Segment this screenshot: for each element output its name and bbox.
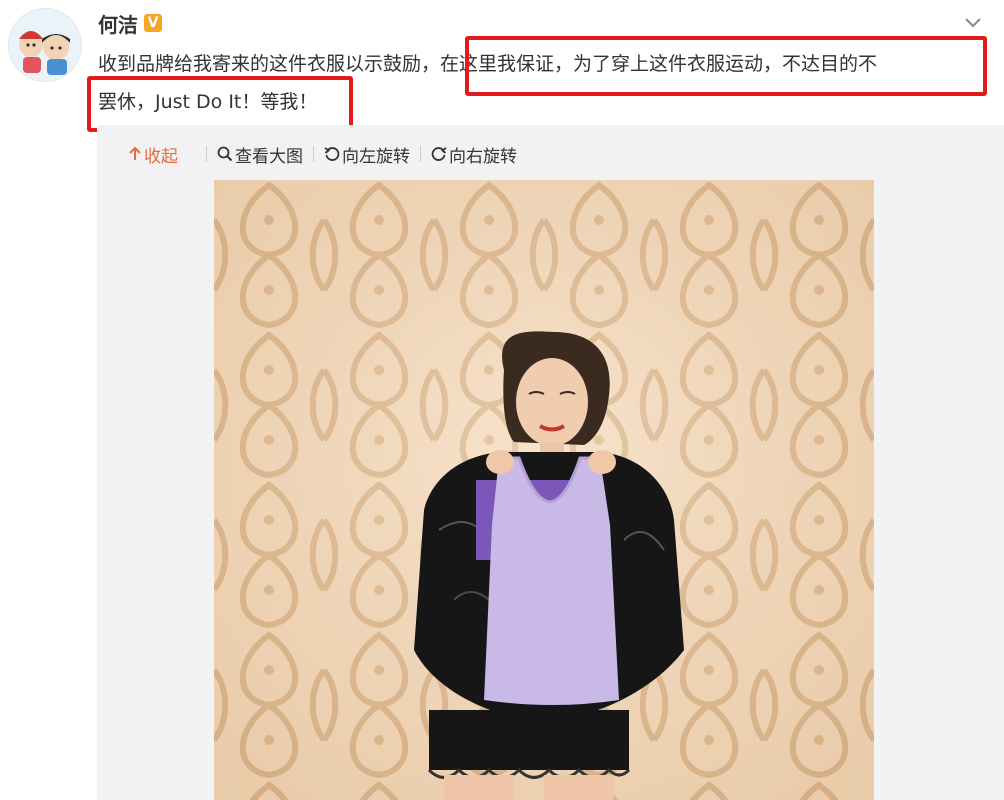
rotate-left-button[interactable]: 向左旋转 [324,142,410,167]
photo-illustration [214,180,874,800]
author-name[interactable]: 何洁 [98,9,138,38]
image-toolbar: 收起 查看大图 向左旋转 向右旋转 [128,139,517,169]
avatar-illustration [9,9,81,81]
arrow-up-icon [129,146,141,160]
post-photo[interactable] [214,180,874,800]
rotate-right-label: 向右旋转 [449,146,517,167]
post-author: 何洁 V [98,9,162,38]
collapse-button[interactable]: 收起 [128,142,178,167]
view-large-button[interactable]: 查看大图 [217,142,303,167]
rotate-right-icon [431,147,447,161]
avatar[interactable] [8,8,82,82]
toolbar-divider [206,146,207,162]
toolbar-divider [313,146,314,162]
rotate-left-label: 向左旋转 [342,146,410,167]
chevron-down-icon [965,18,981,28]
magnify-icon [217,146,233,162]
verified-badge-icon: V [144,14,162,32]
rotate-left-icon [324,147,340,161]
view-large-label: 查看大图 [235,146,303,167]
rotate-right-button[interactable]: 向右旋转 [431,142,517,167]
post-text-line-2: 罢休，Just Do It！等我！ [98,91,318,113]
toolbar-divider [420,146,421,162]
post-menu-button[interactable] [962,12,984,34]
collapse-label: 收起 [144,146,178,167]
post-text: 收到品牌给我寄来的这件衣服以示鼓励，在这里我保证，为了穿上这件衣服运动，不达目的… [98,45,978,121]
post-text-line-1: 收到品牌给我寄来的这件衣服以示鼓励，在这里我保证，为了穿上这件衣服运动，不达目的… [98,53,878,75]
